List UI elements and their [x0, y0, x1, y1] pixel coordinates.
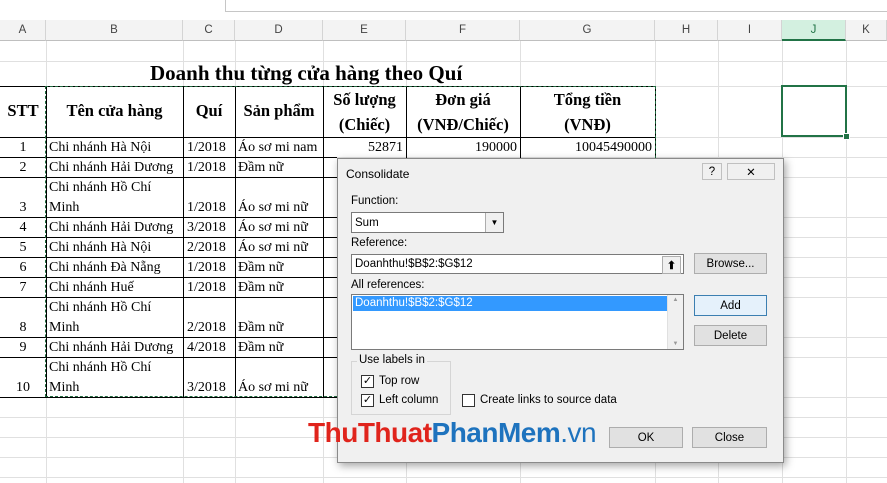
- all-references-list[interactable]: Doanhthu!$B$2:$G$12 ▲ ▼: [351, 294, 684, 350]
- sheet-title: Doanh thu từng cửa hàng theo Quí: [150, 61, 463, 85]
- ok-button[interactable]: OK: [609, 427, 683, 448]
- table-border: [0, 397, 337, 398]
- reference-input[interactable]: Doanhthu!$B$2:$G$12 ⬆: [351, 254, 684, 274]
- col-header-f[interactable]: F: [406, 20, 520, 41]
- col-header-i[interactable]: I: [718, 20, 782, 41]
- watermark-part: Thuat: [357, 417, 432, 448]
- col-header-a[interactable]: A: [0, 20, 46, 41]
- chevron-down-icon[interactable]: ▼: [485, 213, 503, 232]
- function-value: Sum: [355, 216, 379, 229]
- header-stt: STT: [7, 101, 39, 120]
- formula-bar[interactable]: [225, 0, 887, 12]
- create-links-checkbox[interactable]: [462, 394, 475, 407]
- col-header-g[interactable]: G: [520, 20, 655, 41]
- create-links-label: Create links to source data: [480, 394, 617, 406]
- left-column-label: Left column: [379, 394, 439, 406]
- col-header-b[interactable]: B: [46, 20, 183, 41]
- use-labels-label: Use labels in: [357, 354, 427, 366]
- row-stt: 1: [19, 140, 27, 155]
- watermark-logo: ThuThuatPhanMem.vn: [308, 417, 597, 449]
- scroll-down-icon[interactable]: ▼: [668, 341, 683, 347]
- watermark-part: PhanMem: [431, 417, 561, 448]
- help-button[interactable]: ?: [702, 163, 722, 180]
- reference-value: Doanhthu!$B$2:$G$12: [355, 258, 473, 270]
- close-dialog-button[interactable]: ✕: [727, 163, 775, 180]
- dialog-title: Consolidate: [346, 167, 410, 181]
- row-stt: 8: [19, 320, 27, 335]
- add-button[interactable]: Add: [694, 295, 767, 316]
- grid-line: [0, 477, 887, 478]
- fill-handle[interactable]: [843, 133, 850, 140]
- function-label: Function:: [351, 195, 399, 207]
- row-stt: 2: [19, 160, 27, 175]
- row-stt: 4: [19, 220, 27, 235]
- left-column-checkbox[interactable]: ✓: [361, 394, 374, 407]
- close-button[interactable]: Close: [692, 427, 767, 448]
- row-stt: 7: [19, 280, 27, 295]
- formula-bar-area: [0, 0, 887, 20]
- list-scrollbar[interactable]: ▲ ▼: [667, 295, 683, 349]
- delete-button[interactable]: Delete: [694, 325, 767, 346]
- row-stt: 5: [19, 240, 27, 255]
- function-select[interactable]: Sum ▼: [351, 212, 504, 233]
- all-references-label: All references:: [351, 279, 425, 291]
- row-stt: 10: [16, 380, 30, 395]
- watermark-part: .vn: [560, 417, 597, 448]
- top-row-checkbox[interactable]: ✓: [361, 375, 374, 388]
- row-stt: 6: [19, 260, 27, 275]
- collapse-dialog-icon[interactable]: ⬆: [662, 256, 681, 274]
- col-header-c[interactable]: C: [183, 20, 235, 41]
- browse-button[interactable]: Browse...: [694, 253, 767, 274]
- reference-list-item[interactable]: Doanhthu!$B$2:$G$12: [353, 296, 667, 311]
- col-header-h[interactable]: H: [655, 20, 718, 41]
- reference-label: Reference:: [351, 237, 408, 249]
- row-stt: 3: [19, 200, 27, 215]
- col-header-e[interactable]: E: [323, 20, 406, 41]
- watermark-part: Thu: [308, 417, 358, 448]
- col-header-j[interactable]: J: [782, 20, 846, 41]
- col-header-k[interactable]: K: [846, 20, 887, 41]
- active-cell[interactable]: [781, 85, 847, 137]
- col-header-d[interactable]: D: [235, 20, 323, 41]
- scroll-up-icon[interactable]: ▲: [668, 297, 683, 303]
- row-stt: 9: [19, 340, 27, 355]
- top-row-label: Top row: [379, 375, 420, 387]
